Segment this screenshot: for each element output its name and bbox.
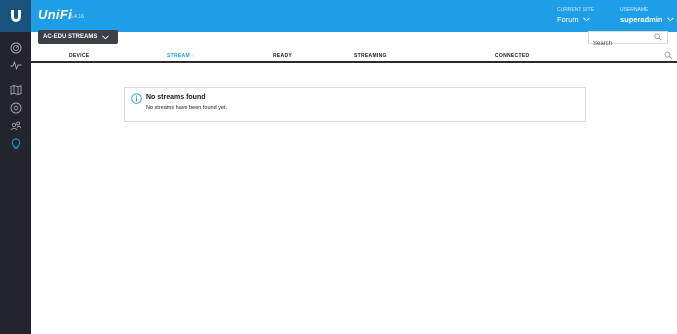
sidebar-item-dashboard[interactable] (8, 40, 23, 55)
ubiquiti-logo[interactable] (0, 0, 31, 32)
devices-icon (10, 102, 21, 113)
column-header-connected[interactable]: CONNECTED (495, 53, 529, 59)
column-header-ready[interactable]: READY (273, 53, 292, 59)
search-icon[interactable] (654, 33, 662, 41)
toolbar: AC-EDU STREAMS (31, 30, 677, 50)
statistics-icon (10, 60, 21, 70)
site-value: Forum (557, 15, 579, 24)
sidebar-item-map[interactable] (8, 82, 23, 97)
column-header-streaming[interactable]: STREAMING (354, 53, 387, 59)
map-icon (10, 84, 21, 95)
chevron-down-icon (582, 17, 590, 22)
sidebar-item-clients[interactable] (8, 118, 23, 133)
insights-icon (11, 138, 20, 149)
table-header: DEVICE STREAM ↑ READY STREAMING CONNECTED (31, 48, 677, 63)
dropdown-value: AC-EDU STREAMS (43, 34, 98, 40)
version-label: 5.4.16 (70, 14, 84, 20)
empty-state-message: No streams have been found yet. (146, 105, 228, 111)
sidebar-item-insights[interactable] (8, 136, 23, 151)
empty-state-title: No streams found (146, 94, 206, 101)
main-content: AC-EDU STREAMS DEVICE STREAM↑ READY STRE… (31, 30, 677, 334)
empty-state-notice: No streams found No streams have been fo… (124, 87, 586, 122)
stream-type-dropdown[interactable]: AC-EDU STREAMS (38, 30, 118, 44)
search-box (588, 31, 668, 50)
sidebar (0, 32, 31, 334)
dashboard-icon (10, 42, 21, 53)
column-header-stream-label: STREAM (167, 53, 190, 59)
site-selector[interactable]: CURRENT SITE Forum (557, 7, 594, 25)
ubiquiti-logo-icon (10, 10, 21, 22)
column-header-device[interactable]: DEVICE (69, 53, 89, 59)
username-value: superadmin (620, 15, 663, 24)
column-header-stream[interactable]: STREAM ↑ (167, 53, 195, 59)
chevron-down-icon (666, 17, 674, 22)
user-menu[interactable]: USERNAME superadmin (620, 7, 674, 25)
user-label: USERNAME (620, 7, 649, 13)
site-label: CURRENT SITE (557, 7, 594, 13)
top-bar: UniFi 5.4.16 CURRENT SITE Forum USERNAME… (0, 0, 677, 32)
column-filter-icon[interactable] (664, 51, 673, 60)
chevron-down-icon (102, 34, 110, 39)
sidebar-item-statistics[interactable] (8, 57, 23, 72)
sidebar-item-devices[interactable] (8, 100, 23, 115)
brand-name: UniFi (38, 7, 72, 22)
info-icon (131, 93, 142, 104)
sort-arrow-icon: ↑ (191, 53, 195, 59)
clients-icon (10, 121, 21, 130)
